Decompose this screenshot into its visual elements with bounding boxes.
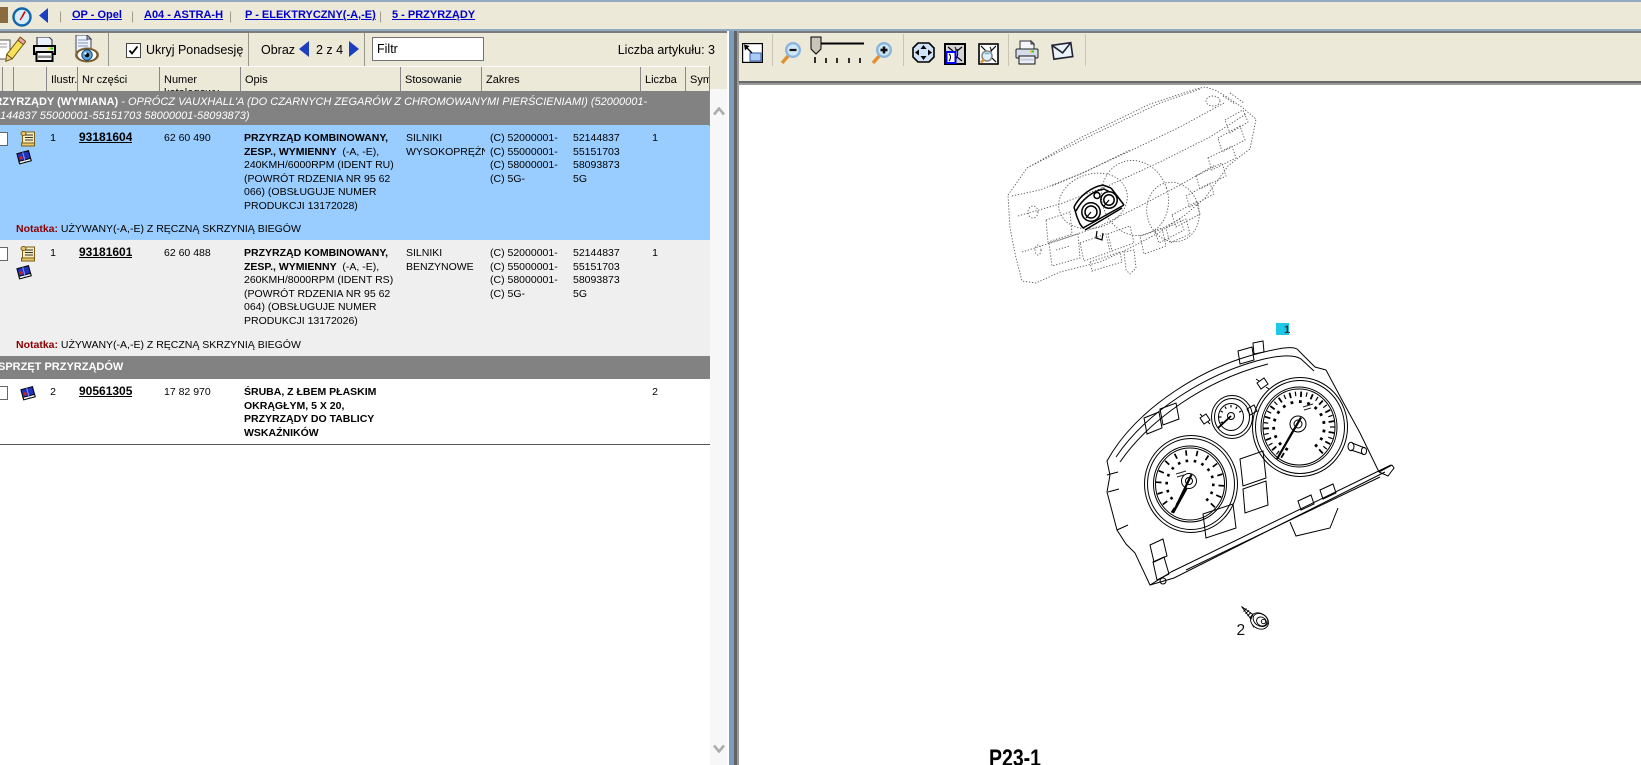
svg-text:P23-1: P23-1 bbox=[989, 745, 1041, 765]
svg-text:1: 1 bbox=[1284, 324, 1290, 336]
svg-text:2: 2 bbox=[1237, 622, 1246, 639]
